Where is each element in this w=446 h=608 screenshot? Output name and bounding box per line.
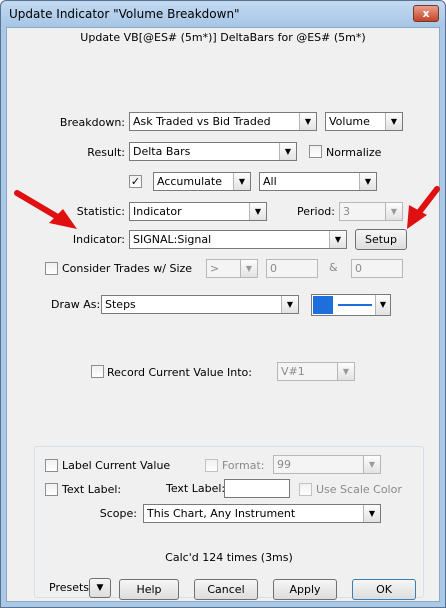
scope-select[interactable]: This Chart, Any Instrument ▼ xyxy=(143,504,381,523)
format-label: Format: xyxy=(222,459,265,472)
accumulate-select[interactable]: Accumulate ▼ xyxy=(153,172,251,191)
chevron-down-icon: ▼ xyxy=(96,583,104,593)
period-select[interactable]: 3 ▼ xyxy=(339,202,403,221)
dialog-window: Update Indicator "Volume Breakdown" x Up… xyxy=(0,0,446,608)
size-operator-select[interactable]: > ▼ xyxy=(206,259,258,278)
text-label-checkbox[interactable] xyxy=(45,483,58,496)
scope-label: Scope: xyxy=(99,507,137,520)
chevron-down-icon: ▼ xyxy=(375,295,390,315)
record-value-label: Record Current Value Into: xyxy=(107,366,252,379)
indicator-label: Indicator: xyxy=(72,233,125,246)
size-value2-input[interactable]: 0 xyxy=(351,259,403,278)
label-current-value-label: Label Current Value xyxy=(62,459,171,472)
label-current-value-checkbox[interactable] xyxy=(45,459,58,472)
format-checkbox[interactable] xyxy=(205,459,218,472)
calc-status: Calc'd 124 times (3ms) xyxy=(165,551,293,564)
chevron-down-icon: ▼ xyxy=(363,456,380,473)
statistic-select[interactable]: Indicator ▼ xyxy=(129,202,267,221)
chevron-down-icon: ▼ xyxy=(233,173,250,190)
label-options-group: Label Current Value Format: 99 ▼ Text La… xyxy=(34,446,424,598)
normalize-checkbox[interactable] xyxy=(309,145,322,158)
record-variable-value: V#1 xyxy=(281,365,305,378)
chevron-down-icon: ▼ xyxy=(329,231,346,248)
dialog-body: Update VB[@ES# (5m*)] DeltaBars for @ES#… xyxy=(6,27,440,602)
ampersand-label: & xyxy=(329,261,338,274)
draw-as-select[interactable]: Steps ▼ xyxy=(101,295,299,314)
line-style-picker[interactable]: ▼ xyxy=(311,294,391,316)
presets-label: Presets xyxy=(49,581,90,594)
indicator-value: SIGNAL:Signal xyxy=(133,233,212,246)
use-scale-color-checkbox[interactable] xyxy=(299,483,312,496)
cancel-button[interactable]: Cancel xyxy=(194,579,258,600)
color-swatch xyxy=(313,296,333,314)
chevron-down-icon: ▼ xyxy=(359,173,376,190)
presets-dropdown-button[interactable]: ▼ xyxy=(89,578,111,598)
indicator-select[interactable]: SIGNAL:Signal ▼ xyxy=(129,230,347,249)
result-select[interactable]: Delta Bars ▼ xyxy=(129,142,297,161)
result-value: Delta Bars xyxy=(133,145,191,158)
record-variable-select[interactable]: V#1 ▼ xyxy=(277,362,355,381)
size-value1-input[interactable]: 0 xyxy=(266,259,318,278)
breakdown-unit-select[interactable]: Volume ▼ xyxy=(325,112,403,131)
chevron-down-icon: ▼ xyxy=(363,505,380,522)
left-annotation-arrow-icon xyxy=(14,190,77,229)
scope-value: This Chart, Any Instrument xyxy=(147,507,296,520)
chevron-down-icon: ▼ xyxy=(249,203,266,220)
line-preview xyxy=(338,304,372,306)
chevron-down-icon: ▼ xyxy=(299,113,316,130)
chevron-down-icon: ▼ xyxy=(240,260,257,277)
ok-button[interactable]: OK xyxy=(352,579,416,600)
draw-as-value: Steps xyxy=(105,298,136,311)
statistic-value: Indicator xyxy=(133,205,182,218)
right-annotation-arrow-icon xyxy=(407,186,440,229)
accumulate-value: Accumulate xyxy=(157,175,222,188)
draw-as-label: Draw As: xyxy=(51,298,101,311)
size-operator-value: > xyxy=(210,262,220,275)
chevron-down-icon: ▼ xyxy=(385,113,402,130)
close-button[interactable]: x xyxy=(413,5,439,22)
breakdown-select[interactable]: Ask Traded vs Bid Traded ▼ xyxy=(129,112,317,131)
record-value-checkbox[interactable] xyxy=(91,365,104,378)
setup-button[interactable]: Setup xyxy=(355,229,407,250)
chevron-down-icon: ▼ xyxy=(279,143,296,160)
accumulate-checkbox[interactable]: ✓ xyxy=(129,175,142,188)
period-value: 3 xyxy=(343,205,350,218)
chevron-down-icon: ▼ xyxy=(385,203,402,220)
consider-trades-checkbox[interactable] xyxy=(45,262,58,275)
period-label: Period: xyxy=(296,205,335,218)
accumulate-range-select[interactable]: All ▼ xyxy=(259,172,377,191)
normalize-label: Normalize xyxy=(326,146,382,159)
dialog-subtitle: Update VB[@ES# (5m*)] DeltaBars for @ES#… xyxy=(80,31,366,44)
text-label-field-label: Text Label: xyxy=(166,482,226,495)
chevron-down-icon: ▼ xyxy=(337,363,354,380)
consider-trades-label: Consider Trades w/ Size xyxy=(62,262,193,275)
chevron-down-icon: ▼ xyxy=(281,296,298,313)
accumulate-range-value: All xyxy=(263,175,277,188)
title-bar: Update Indicator "Volume Breakdown" x xyxy=(1,1,445,27)
window-title: Update Indicator "Volume Breakdown" xyxy=(9,7,240,21)
breakdown-label: Breakdown: xyxy=(59,116,125,129)
text-label-check-label: Text Label: xyxy=(62,483,122,496)
format-select[interactable]: 99 ▼ xyxy=(273,455,381,474)
help-button[interactable]: Help xyxy=(119,579,179,600)
result-label: Result: xyxy=(87,146,125,159)
text-label-input[interactable] xyxy=(224,479,290,498)
breakdown-value: Ask Traded vs Bid Traded xyxy=(133,115,271,128)
format-value: 99 xyxy=(277,458,291,471)
use-scale-color-label: Use Scale Color xyxy=(316,483,402,496)
apply-button[interactable]: Apply xyxy=(273,579,337,600)
breakdown-unit-value: Volume xyxy=(329,115,370,128)
